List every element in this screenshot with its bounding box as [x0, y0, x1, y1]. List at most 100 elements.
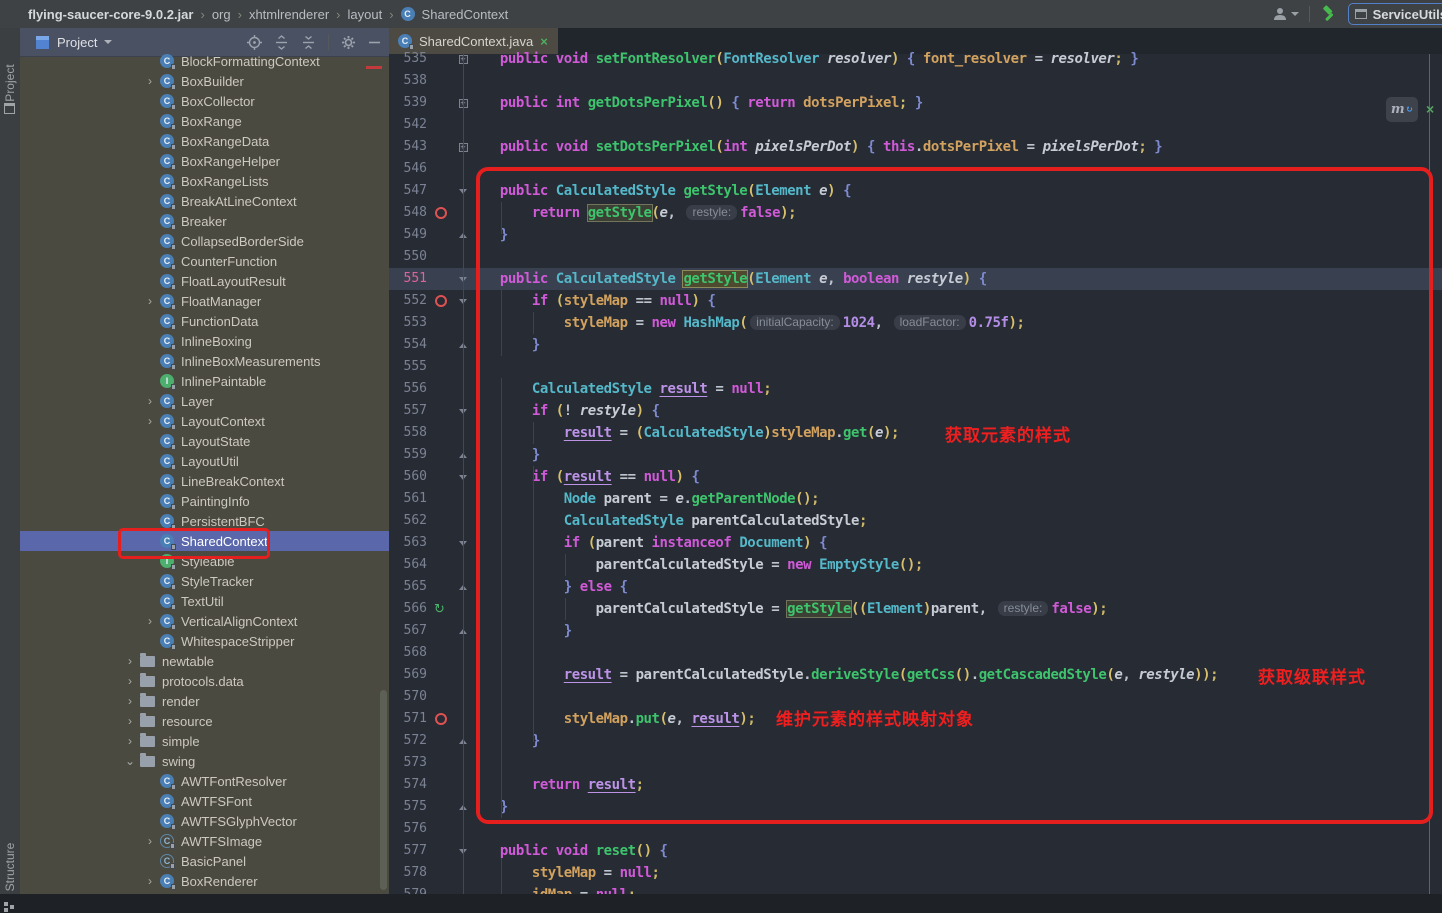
chevron-right-icon[interactable]: › — [120, 651, 140, 671]
code-line-549[interactable]: 549 } — [389, 224, 1442, 246]
gutter[interactable]: 559 — [389, 444, 468, 466]
gutter[interactable]: 543+ — [389, 136, 468, 158]
tree-item-basicpanel[interactable]: ›CBasicPanel — [20, 851, 390, 871]
code-line-551[interactable]: 551 public CalculatedStyle getStyle(Elem… — [389, 268, 1442, 290]
gutter[interactable]: 572 — [389, 730, 468, 752]
chevron-down-icon[interactable]: ⌄ — [120, 751, 140, 771]
gutter[interactable]: 577 — [389, 840, 468, 862]
code-line-568[interactable]: 568 — [389, 642, 1442, 664]
locate-icon[interactable] — [247, 35, 262, 50]
code-line-562[interactable]: 562 CalculatedStyle parentCalculatedStyl… — [389, 510, 1442, 532]
gutter[interactable]: 563 — [389, 532, 468, 554]
chevron-right-icon[interactable]: › — [140, 871, 160, 891]
breadcrumb-item[interactable]: xhtmlrenderer — [249, 7, 329, 22]
gutter[interactable]: 553 — [389, 312, 468, 334]
gutter[interactable]: 567 — [389, 620, 468, 642]
tree-item-swing[interactable]: ⌄swing — [20, 751, 390, 771]
tree-item-boxrangehelper[interactable]: ›CBoxRangeHelper — [20, 151, 390, 171]
tree-item-newtable[interactable]: ›newtable — [20, 651, 390, 671]
chevron-right-icon[interactable]: › — [140, 391, 160, 411]
float-widget-close-icon[interactable]: × — [1426, 101, 1434, 117]
code-line-539[interactable]: 539+ public int getDotsPerPixel() { retu… — [389, 92, 1442, 114]
tree-item-functiondata[interactable]: ›CFunctionData — [20, 311, 390, 331]
tree-item-breakatlinecontext[interactable]: ›CBreakAtLineContext — [20, 191, 390, 211]
gutter[interactable]: 550 — [389, 246, 468, 268]
tree-item-inlineboxmeasurements[interactable]: ›CInlineBoxMeasurements — [20, 351, 390, 371]
breadcrumb-item[interactable]: layout — [348, 7, 383, 22]
code-line-557[interactable]: 557 if (! restyle) { — [389, 400, 1442, 422]
code-line-548[interactable]: 548 return getStyle(e, restyle:false); — [389, 202, 1442, 224]
chevron-right-icon[interactable]: › — [140, 831, 160, 851]
tree-item-boxbuilder[interactable]: ›CBoxBuilder — [20, 71, 390, 91]
code-line-546[interactable]: 546 — [389, 158, 1442, 180]
code-line-566[interactable]: 566↻ parentCalculatedStyle = getStyle((E… — [389, 598, 1442, 620]
code-line-564[interactable]: 564 parentCalculatedStyle = new EmptySty… — [389, 554, 1442, 576]
gutter[interactable]: 556 — [389, 378, 468, 400]
run-configuration-selector[interactable]: ServiceUtils — [1348, 3, 1442, 25]
gutter[interactable]: 568 — [389, 642, 468, 664]
tree-item-simple[interactable]: ›simple — [20, 731, 390, 751]
chevron-right-icon[interactable]: › — [140, 611, 160, 631]
gutter[interactable]: 565 — [389, 576, 468, 598]
tree-item-protocols.data[interactable]: ›protocols.data — [20, 671, 390, 691]
gutter[interactable]: 574 — [389, 774, 468, 796]
code-line-574[interactable]: 574 return result; — [389, 774, 1442, 796]
tree-item-boxrange[interactable]: ›CBoxRange — [20, 111, 390, 131]
gutter[interactable]: 569 — [389, 664, 468, 686]
code-line-563[interactable]: 563 if (parent instanceof Document) { — [389, 532, 1442, 554]
chevron-right-icon[interactable]: › — [120, 671, 140, 691]
stripe-project-button[interactable]: Project — [3, 59, 17, 107]
gutter[interactable]: 546 — [389, 158, 468, 180]
tree-item-boxcollector[interactable]: ›CBoxCollector — [20, 91, 390, 111]
hide-panel-icon[interactable] — [368, 36, 381, 49]
tree-item-paintinginfo[interactable]: ›CPaintingInfo — [20, 491, 390, 511]
tree-item-awtfsimage[interactable]: ›CAWTFSImage — [20, 831, 390, 851]
tree-item-resource[interactable]: ›resource — [20, 711, 390, 731]
tree-item-awtfsglyphvector[interactable]: ›CAWTFSGlyphVector — [20, 811, 390, 831]
structure-tool-icon[interactable] — [4, 902, 15, 913]
code-line-573[interactable]: 573 — [389, 752, 1442, 774]
editor-floating-widget[interactable]: m↻ — [1386, 97, 1418, 122]
gutter[interactable]: 561 — [389, 488, 468, 510]
gutter[interactable]: 573 — [389, 752, 468, 774]
code-line-535[interactable]: 535+ public void setFontResolver(FontRes… — [389, 48, 1442, 70]
gutter[interactable]: 551 — [389, 268, 468, 290]
gutter[interactable]: 548 — [389, 202, 468, 224]
tree-item-whitespacestripper[interactable]: ›CWhitespaceStripper — [20, 631, 390, 651]
tree-scrollbar[interactable] — [380, 690, 387, 890]
chevron-right-icon[interactable]: › — [140, 411, 160, 431]
gutter[interactable]: 539+ — [389, 92, 468, 114]
tree-item-layoutstate[interactable]: ›CLayoutState — [20, 431, 390, 451]
gutter[interactable]: 557 — [389, 400, 468, 422]
tree-item-layoututil[interactable]: ›CLayoutUtil — [20, 451, 390, 471]
code-line-543[interactable]: 543+ public void setDotsPerPixel(int pix… — [389, 136, 1442, 158]
gutter[interactable]: 564 — [389, 554, 468, 576]
gutter[interactable]: 555 — [389, 356, 468, 378]
gutter[interactable]: 535+ — [389, 48, 468, 70]
gutter[interactable]: 547 — [389, 180, 468, 202]
gutter[interactable]: 570 — [389, 686, 468, 708]
tree-item-persistentbfc[interactable]: ›CPersistentBFC — [20, 511, 390, 531]
breakpoint-icon[interactable] — [435, 713, 447, 725]
tree-item-textutil[interactable]: ›CTextUtil — [20, 591, 390, 611]
code-line-556[interactable]: 556 CalculatedStyle result = null; — [389, 378, 1442, 400]
tree-item-verticalaligncontext[interactable]: ›CVerticalAlignContext — [20, 611, 390, 631]
chevron-right-icon[interactable]: › — [120, 691, 140, 711]
chevron-right-icon[interactable]: › — [140, 291, 160, 311]
chevron-right-icon[interactable]: › — [140, 71, 160, 91]
code-line-553[interactable]: 553 styleMap = new HashMap(initialCapaci… — [389, 312, 1442, 334]
gutter[interactable]: 542 — [389, 114, 468, 136]
gutter[interactable]: 538 — [389, 70, 468, 92]
tree-item-layer[interactable]: ›CLayer — [20, 391, 390, 411]
tree-item-counterfunction[interactable]: ›CCounterFunction — [20, 251, 390, 271]
code-line-575[interactable]: 575 } — [389, 796, 1442, 818]
build-hammer-icon[interactable] — [1320, 5, 1338, 23]
tree-item-blockformattingcontext[interactable]: ›CBlockFormattingContext — [20, 51, 390, 71]
code-line-542[interactable]: 542 — [389, 114, 1442, 136]
stripe-structure-button[interactable]: Structure — [3, 837, 17, 897]
code-line-550[interactable]: 550 — [389, 246, 1442, 268]
project-view-chevron-icon[interactable] — [104, 40, 112, 44]
chevron-right-icon[interactable]: › — [120, 711, 140, 731]
code-line-577[interactable]: 577 public void reset() { — [389, 840, 1442, 862]
tree-item-awtfsfont[interactable]: ›CAWTFSFont — [20, 791, 390, 811]
